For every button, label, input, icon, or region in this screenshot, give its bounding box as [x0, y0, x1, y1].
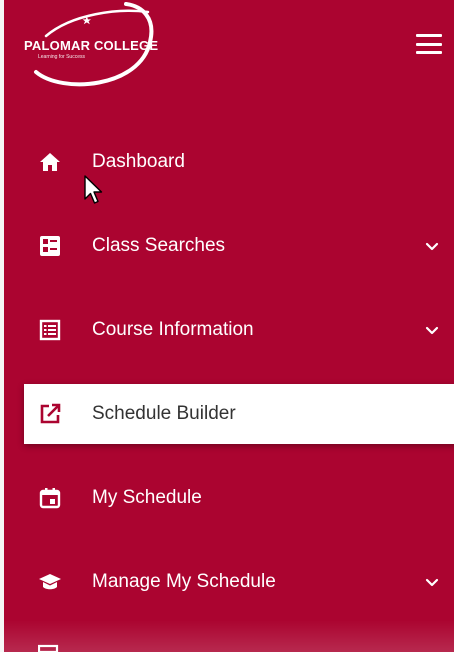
nav-item-schedule-builder[interactable]: Schedule Builder — [24, 384, 454, 444]
external-link-icon — [38, 402, 62, 426]
graduation-cap-icon — [38, 570, 62, 594]
app-frame: PALOMAR COLLEGE Learning for Success Das… — [0, 0, 454, 652]
logo-wordmark: PALOMAR COLLEGE — [24, 38, 159, 53]
nav-item-manage-my-schedule[interactable]: Manage My Schedule — [4, 552, 454, 612]
bottom-fade — [0, 620, 454, 652]
logo-tagline: Learning for Success — [38, 54, 85, 60]
list-icon — [38, 318, 62, 342]
nav-item-label: Dashboard — [92, 151, 185, 172]
nav-item-label: Class Searches — [92, 235, 226, 256]
nav-item-label: Manage My Schedule — [92, 571, 276, 592]
chevron-down-icon[interactable] — [424, 238, 440, 254]
chevron-down-icon[interactable] — [424, 322, 440, 338]
search-list-icon — [38, 234, 62, 258]
nav-item-dashboard[interactable]: Dashboard — [4, 132, 454, 192]
nav-item-label: My Schedule — [92, 487, 202, 508]
nav-item-class-searches[interactable]: Class Searches — [4, 216, 454, 276]
nav-item-course-information[interactable]: Course Information — [4, 300, 454, 360]
nav-item-label: Schedule Builder — [92, 403, 236, 424]
hamburger-menu-icon[interactable] — [416, 34, 442, 54]
mouse-cursor-icon — [84, 175, 103, 204]
palomar-college-logo[interactable]: PALOMAR COLLEGE Learning for Success — [22, 2, 202, 88]
nav-item-my-schedule[interactable]: My Schedule — [4, 468, 454, 528]
chevron-down-icon[interactable] — [424, 574, 440, 590]
home-icon — [38, 150, 62, 174]
sidebar: PALOMAR COLLEGE Learning for Success Das… — [4, 0, 454, 652]
nav-item-label: Course Information — [92, 319, 254, 340]
calendar-icon — [38, 486, 62, 510]
